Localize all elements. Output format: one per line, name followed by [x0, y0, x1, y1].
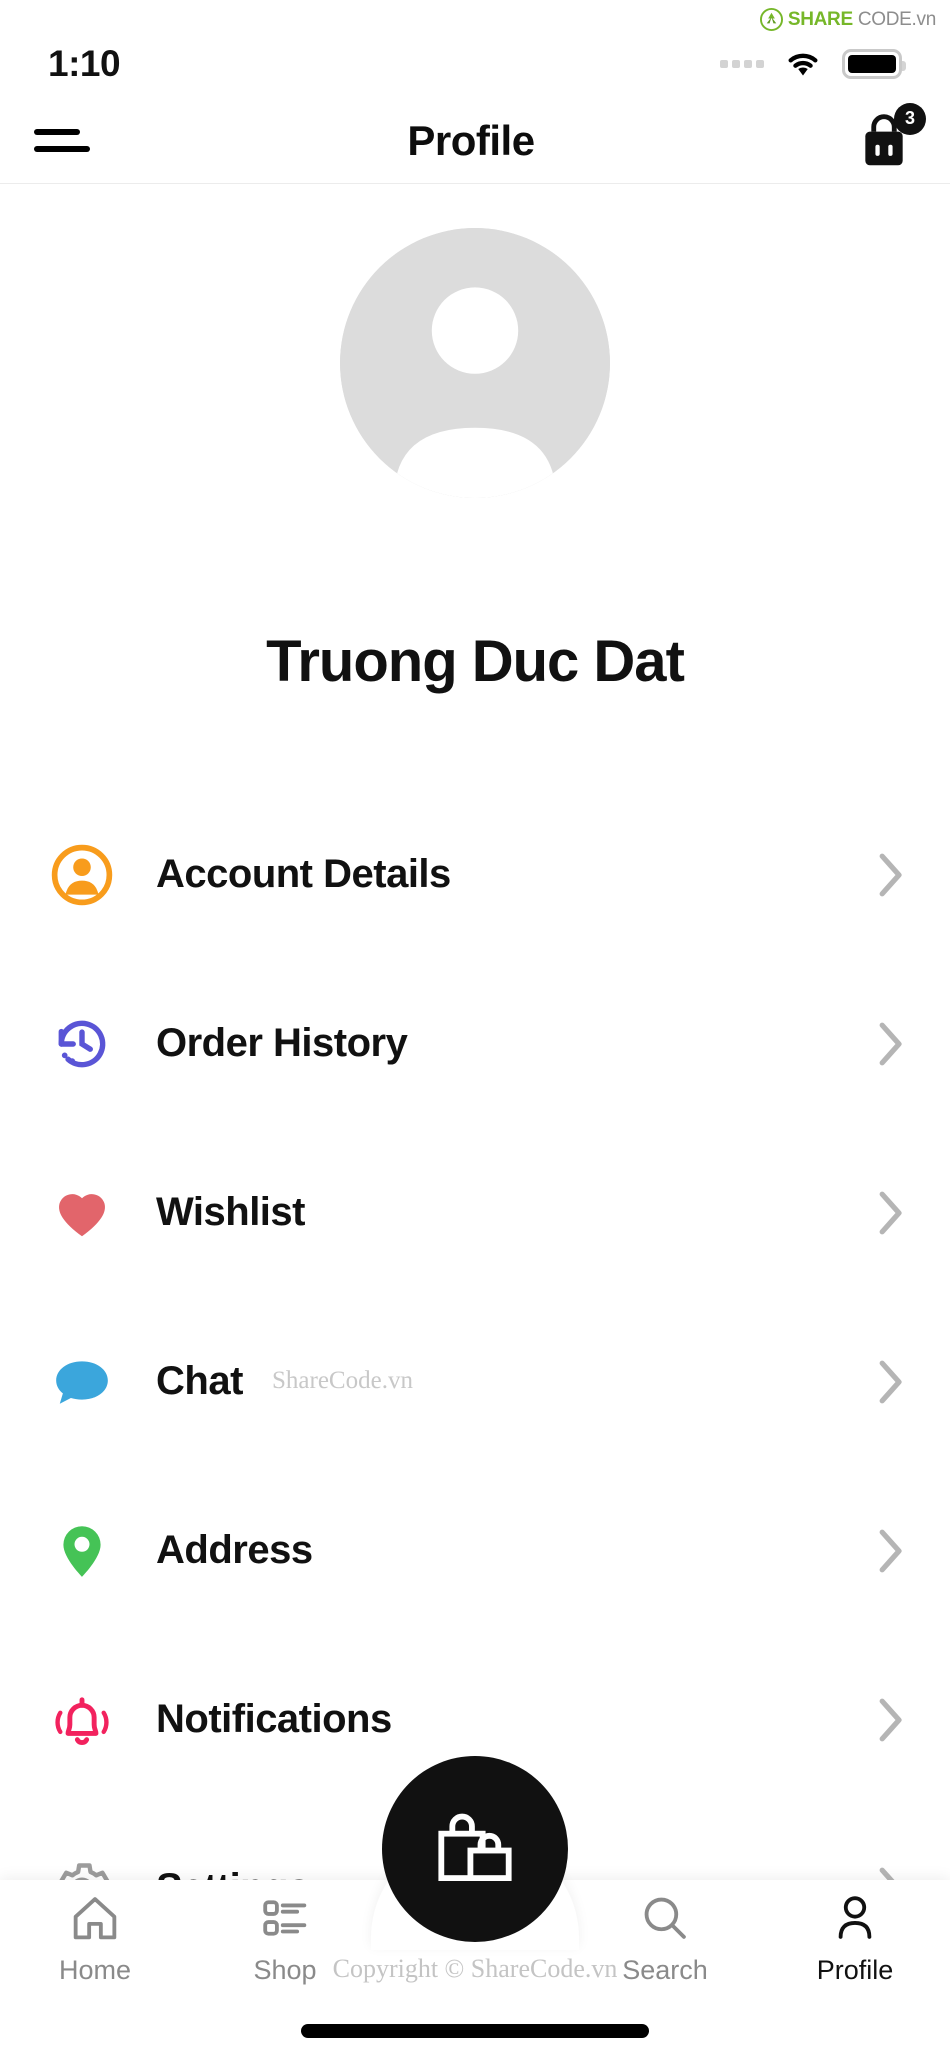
menu-item-label: Account Details [156, 852, 451, 896]
cart-button[interactable]: 3 [852, 102, 926, 169]
status-indicators [720, 49, 906, 79]
status-bar: 1:10 [0, 38, 950, 90]
avatar-container [0, 228, 950, 498]
nav-item-home[interactable]: Home [0, 1891, 190, 1986]
home-icon [73, 1896, 117, 1939]
user-name: Truong Duc Dat [266, 629, 685, 694]
sharecode-logo-icon [759, 8, 783, 31]
chevron-right-icon [879, 1360, 902, 1403]
chevron-right-icon [879, 1191, 902, 1234]
nav-item-label: Search [622, 1954, 708, 1985]
chevron-right-icon [879, 1022, 902, 1065]
avatar [340, 228, 610, 498]
avatar-placeholder-icon [340, 228, 610, 498]
chevron-right-icon [879, 1529, 902, 1572]
app-header: Profile 3 [0, 98, 950, 184]
map-pin-icon [46, 1520, 118, 1582]
menu-item-order-history[interactable]: Order History [0, 959, 950, 1128]
bell-ring-icon [46, 1689, 118, 1751]
home-indicator [301, 2024, 649, 2038]
nav-item-label: Home [58, 1954, 132, 1985]
menu-item-label: Chat [156, 1359, 243, 1403]
shop-fab-button[interactable] [382, 1756, 568, 1942]
heart-icon [46, 1182, 118, 1244]
bottom-navigation: Home Shop Search Profile Copyright © Sha… [0, 1756, 950, 2060]
chevron-right-icon [879, 1698, 902, 1741]
menu-item-wishlist[interactable]: Wishlist [0, 1128, 950, 1297]
menu-item-chat[interactable]: Chat [0, 1297, 950, 1466]
person-icon [838, 1895, 872, 1939]
menu-item-label: Wishlist [156, 1190, 306, 1234]
menu-item-label: Order History [156, 1021, 408, 1065]
nav-item-label: Profile [816, 1954, 894, 1985]
profile-screen: SHARE CODE.vn 1:10 Profile 3 Truong Duc … [0, 0, 950, 2060]
watermark-share-text: SHARE [787, 8, 853, 30]
chat-bubble-icon [46, 1351, 118, 1413]
status-time: 1:10 [48, 43, 121, 84]
search-icon [644, 1897, 686, 1939]
shopping-bags-icon [438, 1813, 512, 1882]
history-clock-icon [46, 1013, 118, 1075]
hamburger-menu-icon[interactable] [34, 119, 90, 163]
account-circle-icon [46, 844, 118, 906]
chevron-right-icon [879, 853, 902, 896]
nav-item-label: Shop [253, 1954, 317, 1985]
sharecode-watermark: SHARE CODE.vn [759, 8, 936, 31]
menu-item-label: Notifications [156, 1697, 392, 1741]
battery-full-icon [842, 49, 906, 79]
menu-item-address[interactable]: Address [0, 1466, 950, 1635]
menu-item-label: Address [156, 1528, 313, 1572]
nav-item-shop[interactable]: Shop [190, 1891, 380, 1986]
cart-badge: 3 [893, 102, 926, 135]
signal-dots-icon [720, 60, 764, 68]
nav-item-profile[interactable]: Profile [760, 1891, 950, 1986]
watermark-code-text: CODE.vn [857, 8, 936, 30]
page-title: Profile [407, 116, 535, 164]
list-icon [263, 1899, 307, 1936]
nav-item-search[interactable]: Search [570, 1891, 760, 1986]
wifi-icon [788, 53, 818, 76]
menu-item-account-details[interactable]: Account Details [0, 790, 950, 959]
